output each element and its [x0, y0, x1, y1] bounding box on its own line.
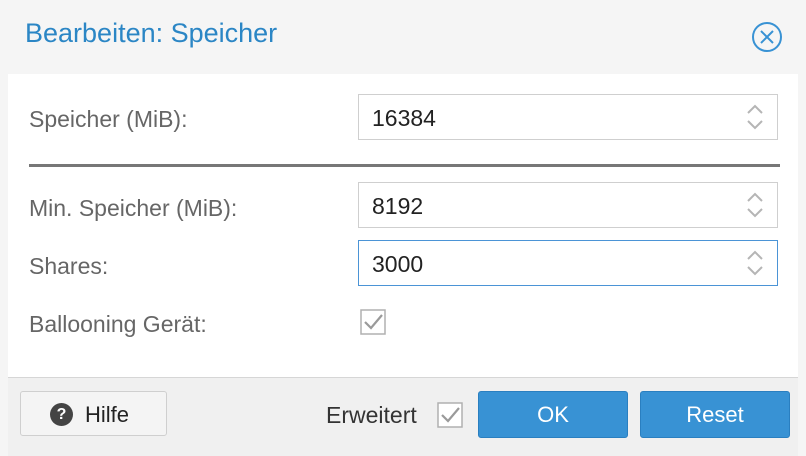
- shares-value: 3000: [372, 251, 424, 277]
- dialog-title: Bearbeiten: Speicher: [25, 18, 278, 48]
- dialog-footer: ? Hilfe Erweitert OK Reset: [8, 377, 798, 456]
- shares-label: Shares:: [29, 253, 109, 279]
- edit-memory-dialog: Bearbeiten: Speicher Speicher (MiB): 163…: [0, 0, 806, 456]
- memory-label: Speicher (MiB):: [29, 106, 188, 132]
- dialog-body: Speicher (MiB): 16384 Min. Speicher (MiB…: [8, 74, 798, 377]
- advanced-separator: [29, 164, 780, 167]
- reset-button[interactable]: Reset: [640, 391, 790, 438]
- memory-field[interactable]: 16384: [358, 94, 778, 140]
- memory-value: 16384: [372, 105, 436, 131]
- min-memory-field[interactable]: 8192: [358, 182, 778, 228]
- ballooning-checkbox[interactable]: [360, 309, 386, 335]
- close-icon: [752, 22, 782, 52]
- min-memory-label: Min. Speicher (MiB):: [29, 195, 238, 221]
- dialog-titlebar: Bearbeiten: Speicher: [0, 0, 806, 74]
- advanced-label: Erweitert: [326, 402, 417, 428]
- question-circle-icon: ?: [50, 403, 73, 426]
- close-button[interactable]: [750, 20, 784, 54]
- ballooning-label: Ballooning Gerät:: [29, 311, 207, 337]
- help-button-label: Hilfe: [85, 402, 130, 427]
- ok-button[interactable]: OK: [478, 391, 628, 438]
- advanced-checkbox[interactable]: [437, 402, 463, 428]
- shares-field[interactable]: 3000: [358, 240, 778, 286]
- min-memory-value: 8192: [372, 193, 424, 219]
- spinner-icon[interactable]: [745, 189, 765, 221]
- spinner-icon[interactable]: [745, 247, 765, 279]
- help-button[interactable]: ? Hilfe: [20, 391, 167, 436]
- spinner-icon[interactable]: [745, 101, 765, 133]
